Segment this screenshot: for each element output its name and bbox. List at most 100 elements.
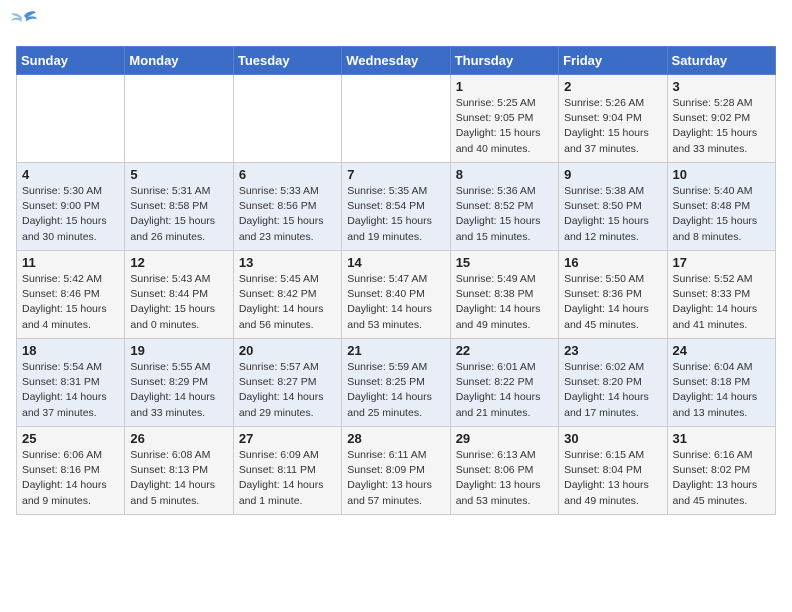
day-info: Sunrise: 6:01 AMSunset: 8:22 PMDaylight:… [456,360,553,421]
day-info: Sunrise: 6:08 AMSunset: 8:13 PMDaylight:… [130,448,227,509]
day-info: Sunrise: 5:43 AMSunset: 8:44 PMDaylight:… [130,272,227,333]
day-number: 2 [564,79,661,94]
day-info: Sunrise: 6:16 AMSunset: 8:02 PMDaylight:… [673,448,770,509]
day-info: Sunrise: 5:25 AMSunset: 9:05 PMDaylight:… [456,96,553,157]
day-info: Sunrise: 5:33 AMSunset: 8:56 PMDaylight:… [239,184,336,245]
day-info: Sunrise: 5:54 AMSunset: 8:31 PMDaylight:… [22,360,119,421]
week-row-3: 11 Sunrise: 5:42 AMSunset: 8:46 PMDayligh… [17,251,776,339]
calendar-cell: 3Sunrise: 5:28 AMSunset: 9:02 PMDaylight… [667,75,775,163]
day-info: Sunrise: 6:15 AMSunset: 8:04 PMDaylight:… [564,448,661,509]
day-number: 29 [456,431,553,446]
calendar-cell: 1 Sunrise: 5:25 AMSunset: 9:05 PMDaylight… [450,75,558,163]
day-number: 13 [239,255,336,270]
week-row-5: 25Sunrise: 6:06 AMSunset: 8:16 PMDayligh… [17,427,776,515]
calendar-cell: 22 Sunrise: 6:01 AMSunset: 8:22 PMDayligh… [450,339,558,427]
day-number: 19 [130,343,227,358]
calendar-cell: 30 Sunrise: 6:15 AMSunset: 8:04 PMDayligh… [559,427,667,515]
day-info: Sunrise: 5:59 AMSunset: 8:25 PMDaylight:… [347,360,444,421]
calendar-cell: 15 Sunrise: 5:49 AMSunset: 8:38 PMDayligh… [450,251,558,339]
column-header-thursday: Thursday [450,47,558,75]
calendar-cell: 17 Sunrise: 5:52 AMSunset: 8:33 PMDayligh… [667,251,775,339]
calendar-cell: 14 Sunrise: 5:47 AMSunset: 8:40 PMDayligh… [342,251,450,339]
day-number: 22 [456,343,553,358]
calendar-cell [233,75,341,163]
day-number: 23 [564,343,661,358]
day-number: 31 [673,431,770,446]
calendar-cell: 5 Sunrise: 5:31 AMSunset: 8:58 PMDaylight… [125,163,233,251]
day-info: Sunrise: 5:31 AMSunset: 8:58 PMDaylight:… [130,184,227,245]
day-info: Sunrise: 5:38 AMSunset: 8:50 PMDaylight:… [564,184,661,245]
week-row-2: 4Sunrise: 5:30 AMSunset: 9:00 PMDaylight… [17,163,776,251]
column-header-wednesday: Wednesday [342,47,450,75]
day-number: 18 [22,343,119,358]
day-info: Sunrise: 5:52 AMSunset: 8:33 PMDaylight:… [673,272,770,333]
calendar-cell [342,75,450,163]
day-number: 20 [239,343,336,358]
day-info: Sunrise: 5:35 AMSunset: 8:54 PMDaylight:… [347,184,444,245]
day-number: 26 [130,431,227,446]
day-number: 5 [130,167,227,182]
day-number: 21 [347,343,444,358]
week-row-1: 1 Sunrise: 5:25 AMSunset: 9:05 PMDaylight… [17,75,776,163]
day-info: Sunrise: 5:55 AMSunset: 8:29 PMDaylight:… [130,360,227,421]
calendar-cell: 13 Sunrise: 5:45 AMSunset: 8:42 PMDayligh… [233,251,341,339]
week-row-4: 18 Sunrise: 5:54 AMSunset: 8:31 PMDayligh… [17,339,776,427]
day-number: 6 [239,167,336,182]
day-number: 15 [456,255,553,270]
day-number: 12 [130,255,227,270]
day-info: Sunrise: 5:40 AMSunset: 8:48 PMDaylight:… [673,184,770,245]
logo-bird-icon [10,8,38,30]
calendar-cell: 10 Sunrise: 5:40 AMSunset: 8:48 PMDayligh… [667,163,775,251]
day-number: 1 [456,79,553,94]
day-info: Sunrise: 6:06 AMSunset: 8:16 PMDaylight:… [22,448,119,509]
column-header-saturday: Saturday [667,47,775,75]
day-number: 11 [22,255,119,270]
calendar-cell: 27 Sunrise: 6:09 AMSunset: 8:11 PMDayligh… [233,427,341,515]
day-number: 30 [564,431,661,446]
day-info: Sunrise: 5:45 AMSunset: 8:42 PMDaylight:… [239,272,336,333]
day-number: 27 [239,431,336,446]
calendar-cell: 28 Sunrise: 6:11 AMSunset: 8:09 PMDayligh… [342,427,450,515]
day-number: 24 [673,343,770,358]
calendar-cell: 7 Sunrise: 5:35 AMSunset: 8:54 PMDaylight… [342,163,450,251]
day-number: 17 [673,255,770,270]
column-header-monday: Monday [125,47,233,75]
calendar-cell: 16Sunrise: 5:50 AMSunset: 8:36 PMDayligh… [559,251,667,339]
day-number: 9 [564,167,661,182]
calendar-cell: 24Sunrise: 6:04 AMSunset: 8:18 PMDayligh… [667,339,775,427]
day-number: 28 [347,431,444,446]
day-info: Sunrise: 6:09 AMSunset: 8:11 PMDaylight:… [239,448,336,509]
day-number: 7 [347,167,444,182]
calendar-cell: 19 Sunrise: 5:55 AMSunset: 8:29 PMDayligh… [125,339,233,427]
calendar-cell: 9 Sunrise: 5:38 AMSunset: 8:50 PMDaylight… [559,163,667,251]
calendar-cell: 31 Sunrise: 6:16 AMSunset: 8:02 PMDayligh… [667,427,775,515]
day-info: Sunrise: 5:42 AMSunset: 8:46 PMDaylight:… [22,272,119,333]
calendar-cell: 2 Sunrise: 5:26 AMSunset: 9:04 PMDaylight… [559,75,667,163]
day-number: 14 [347,255,444,270]
calendar-table: SundayMondayTuesdayWednesdayThursdayFrid… [16,46,776,515]
calendar-cell: 23 Sunrise: 6:02 AMSunset: 8:20 PMDayligh… [559,339,667,427]
calendar-cell: 12 Sunrise: 5:43 AMSunset: 8:44 PMDayligh… [125,251,233,339]
day-number: 10 [673,167,770,182]
day-info: Sunrise: 5:30 AMSunset: 9:00 PMDaylight:… [22,184,119,245]
calendar-cell: 29Sunrise: 6:13 AMSunset: 8:06 PMDayligh… [450,427,558,515]
day-info: Sunrise: 5:50 AMSunset: 8:36 PMDaylight:… [564,272,661,333]
header-row: SundayMondayTuesdayWednesdayThursdayFrid… [17,47,776,75]
column-header-sunday: Sunday [17,47,125,75]
column-header-friday: Friday [559,47,667,75]
calendar-cell: 4Sunrise: 5:30 AMSunset: 9:00 PMDaylight… [17,163,125,251]
day-info: Sunrise: 5:26 AMSunset: 9:04 PMDaylight:… [564,96,661,157]
calendar-cell: 26 Sunrise: 6:08 AMSunset: 8:13 PMDayligh… [125,427,233,515]
calendar-cell: 8Sunrise: 5:36 AMSunset: 8:52 PMDaylight… [450,163,558,251]
day-info: Sunrise: 5:47 AMSunset: 8:40 PMDaylight:… [347,272,444,333]
day-info: Sunrise: 6:02 AMSunset: 8:20 PMDaylight:… [564,360,661,421]
calendar-cell: 20Sunrise: 5:57 AMSunset: 8:27 PMDayligh… [233,339,341,427]
calendar-cell [125,75,233,163]
calendar-cell: 18 Sunrise: 5:54 AMSunset: 8:31 PMDayligh… [17,339,125,427]
calendar-cell: 11 Sunrise: 5:42 AMSunset: 8:46 PMDayligh… [17,251,125,339]
day-info: Sunrise: 6:11 AMSunset: 8:09 PMDaylight:… [347,448,444,509]
day-info: Sunrise: 5:28 AMSunset: 9:02 PMDaylight:… [673,96,770,157]
day-info: Sunrise: 5:49 AMSunset: 8:38 PMDaylight:… [456,272,553,333]
calendar-cell: 6 Sunrise: 5:33 AMSunset: 8:56 PMDaylight… [233,163,341,251]
day-number: 8 [456,167,553,182]
